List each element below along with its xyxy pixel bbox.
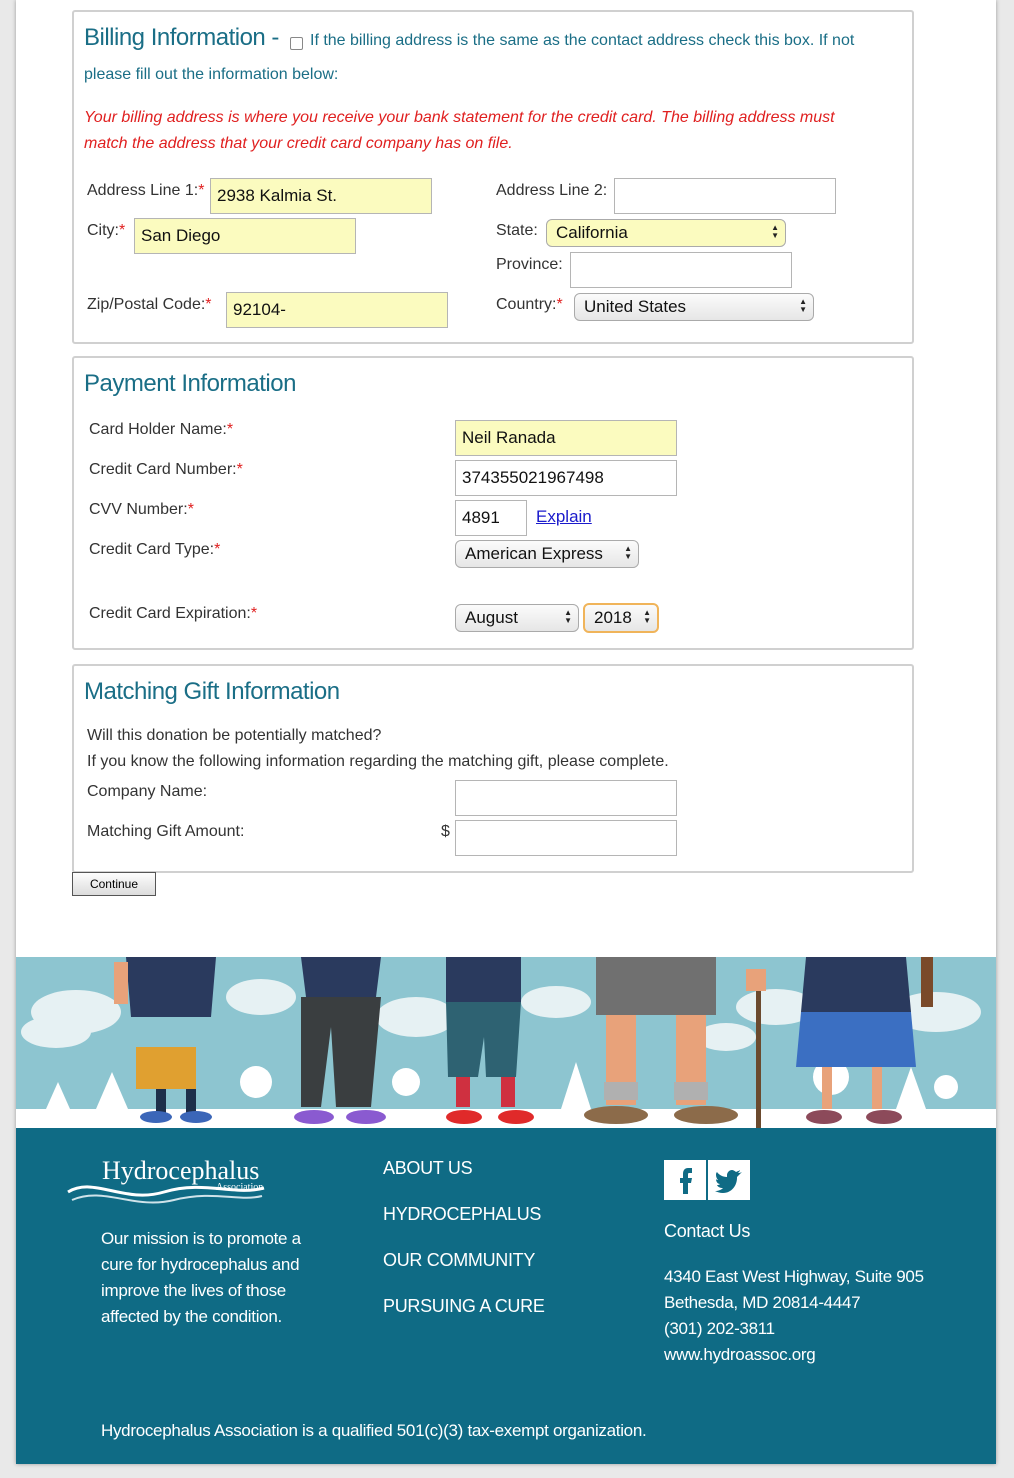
- same-address-note-2: please fill out the information below:: [84, 66, 339, 83]
- select-arrows-icon: ▲ ▼: [643, 608, 651, 625]
- matching-question: Will this donation be potentially matche…: [87, 727, 382, 744]
- contact-address-1: 4340 East West Highway, Suite 905: [664, 1267, 924, 1286]
- select-arrows-icon: ▲ ▼: [564, 608, 572, 625]
- facebook-glyph: [680, 1168, 692, 1194]
- exp-month-value: August: [465, 608, 518, 627]
- billing-section: Billing Information - If the billing add…: [72, 10, 914, 344]
- footer-link-pursuing-a-cure[interactable]: PURSUING A CURE: [383, 1296, 545, 1317]
- address1-input[interactable]: [210, 178, 432, 214]
- company-name-label: Company Name:: [87, 783, 208, 800]
- card-type-value: American Express: [465, 544, 603, 563]
- select-arrows-icon: ▲ ▼: [771, 223, 779, 240]
- cvv-label: CVV Number:*: [89, 501, 194, 518]
- address1-label: Address Line 1:*: [87, 182, 205, 199]
- matching-instruction: If you know the following information re…: [87, 753, 669, 770]
- payment-section: Payment Information Card Holder Name:* C…: [72, 356, 914, 650]
- footer-link-our-community[interactable]: OUR COMMUNITY: [383, 1250, 535, 1271]
- illustration-banner: [16, 957, 996, 1128]
- exp-year-value: 2018: [594, 608, 632, 627]
- exp-year-select[interactable]: 2018 ▲ ▼: [583, 603, 659, 633]
- matching-amount-label: Matching Gift Amount:: [87, 823, 245, 840]
- matching-gift-section: Matching Gift Information Will this dona…: [72, 664, 914, 873]
- card-type-select[interactable]: American Express ▲ ▼: [455, 540, 639, 568]
- card-holder-label: Card Holder Name:*: [89, 421, 234, 438]
- page: Billing Information - If the billing add…: [16, 0, 996, 1464]
- twitter-icon[interactable]: [708, 1160, 750, 1200]
- contact-us-heading[interactable]: Contact Us: [664, 1218, 750, 1244]
- mission-statement: Our mission is to promote a cure for hyd…: [101, 1229, 301, 1326]
- state-label: State:: [496, 222, 538, 239]
- select-arrows-icon: ▲ ▼: [799, 297, 807, 314]
- state-select[interactable]: California ▲ ▼: [546, 219, 786, 247]
- matching-amount-input[interactable]: [455, 820, 677, 856]
- billing-warning-1: Your billing address is where you receiv…: [84, 109, 835, 126]
- card-number-label: Credit Card Number:*: [89, 461, 243, 478]
- payment-title: Payment Information: [84, 370, 296, 397]
- matching-gift-title: Matching Gift Information: [84, 678, 340, 705]
- country-value: United States: [584, 297, 687, 316]
- continue-button[interactable]: Continue: [72, 872, 156, 896]
- country-select[interactable]: United States ▲ ▼: [574, 293, 814, 321]
- expiration-label: Credit Card Expiration:*: [89, 605, 258, 622]
- state-value: California: [556, 223, 628, 242]
- people-illustration: [16, 957, 996, 1128]
- logo-subtext: Association: [216, 1182, 264, 1193]
- tax-exempt-note: Hydrocephalus Association is a qualified…: [101, 1421, 647, 1440]
- card-holder-input[interactable]: [455, 420, 677, 456]
- same-address-note: If the billing address is the same as th…: [310, 32, 855, 49]
- contact-address-2: Bethesda, MD 20814-4447: [664, 1293, 861, 1312]
- exp-month-select[interactable]: August ▲ ▼: [455, 604, 579, 632]
- footer: Hydrocephalus Association Our mission is…: [16, 1128, 996, 1464]
- footer-logo[interactable]: Hydrocephalus Association: [64, 1156, 274, 1216]
- select-arrows-icon: ▲ ▼: [624, 544, 632, 561]
- contact-phone: (301) 202-3811: [664, 1319, 775, 1338]
- footer-link-hydrocephalus[interactable]: HYDROCEPHALUS: [383, 1204, 541, 1225]
- zip-label: Zip/Postal Code:*: [87, 296, 212, 313]
- company-name-input[interactable]: [455, 780, 677, 816]
- card-type-label: Credit Card Type:*: [89, 541, 221, 558]
- city-label: City:*: [87, 222, 126, 239]
- card-number-input[interactable]: [455, 460, 677, 496]
- billing-warning-2: match the address that your credit card …: [84, 135, 513, 152]
- footer-link-about-us[interactable]: ABOUT US: [383, 1158, 473, 1179]
- province-input[interactable]: [570, 252, 792, 288]
- city-input[interactable]: [134, 218, 356, 254]
- contact-website[interactable]: www.hydroassoc.org: [664, 1342, 924, 1368]
- same-address-checkbox[interactable]: [290, 37, 303, 50]
- facebook-icon[interactable]: [664, 1160, 706, 1200]
- province-label: Province:: [496, 256, 563, 273]
- currency-symbol: $: [441, 823, 450, 840]
- cvv-input[interactable]: [455, 500, 527, 536]
- country-label: Country:*: [496, 296, 563, 313]
- billing-title: Billing Information -: [84, 24, 279, 51]
- explain-link[interactable]: Explain: [536, 507, 592, 527]
- contact-details: 4340 East West Highway, Suite 905 Bethes…: [664, 1264, 924, 1368]
- twitter-glyph: [715, 1170, 742, 1193]
- address2-input[interactable]: [614, 178, 836, 214]
- address2-label: Address Line 2:: [496, 182, 608, 199]
- zip-input[interactable]: [226, 292, 448, 328]
